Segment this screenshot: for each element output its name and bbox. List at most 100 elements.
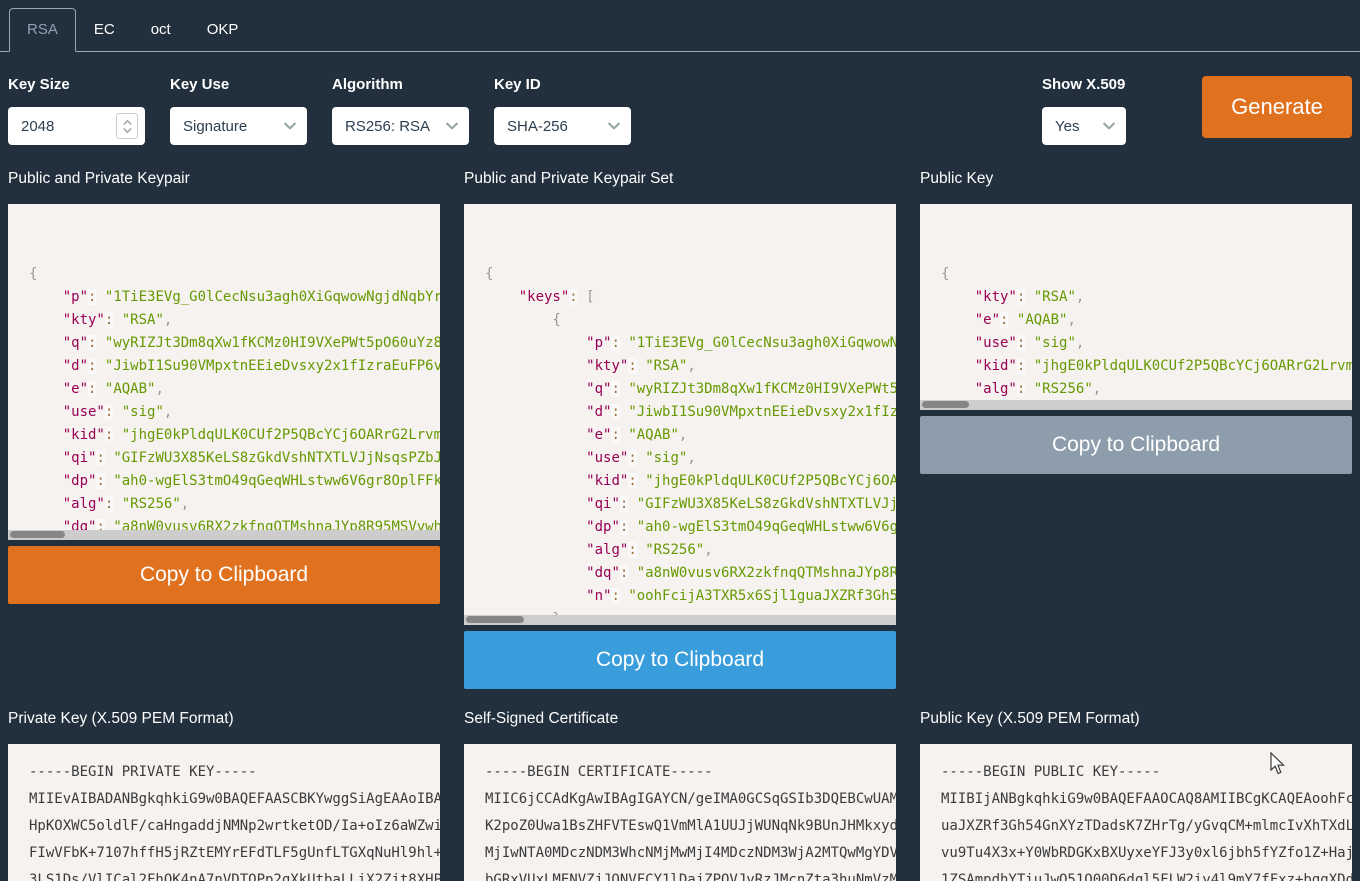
- code-line: "dq": "a8nW0vusv6RX2zkfnqQTMshnaJYp8R95M…: [485, 562, 896, 585]
- certificate-panel: Self-Signed Certificate -----BEGIN CERTI…: [464, 710, 896, 881]
- code-line: "use": "sig",: [485, 447, 896, 470]
- algorithm-label: Algorithm: [332, 76, 469, 93]
- private-pem-panel: Private Key (X.509 PEM Format) -----BEGI…: [8, 710, 440, 881]
- pem-line: K2poZ0Uwa1BsZHFVTEswQ1VmMlA1UUJjWUNqNk9B…: [485, 813, 896, 840]
- code-line: "p": "1TiE3EVg_G0lCecNsu3agh0XiGqwowNgjd…: [485, 332, 896, 355]
- chevron-down-icon: [1101, 118, 1117, 134]
- copy-public-key-button[interactable]: Copy to Clipboard: [920, 416, 1352, 474]
- algorithm-select[interactable]: RS256: RSA: [332, 107, 469, 145]
- public-key-code: { "kty": "RSA", "e": "AQAB", "use": "sig…: [920, 204, 1352, 410]
- pem-line: MIIC6jCCAdKgAwIBAgIGAYCN/geIMA0GCSqGSIb3…: [485, 786, 896, 813]
- keypair-set-panel: Public and Private Keypair Set { "keys":…: [464, 170, 896, 689]
- key-id-group: Key ID SHA-256: [494, 76, 631, 145]
- code-line: "kty": "RSA",: [941, 286, 1352, 309]
- pem-line: bGRxVUxLMENVZjJQNVFCY1lDajZPQVJyRzJMcnZt…: [485, 867, 896, 881]
- generate-button[interactable]: Generate: [1202, 76, 1352, 138]
- code-line: "dp": "ah0-wgElS3tmO49qGeqWHLstww6V6gr8O…: [485, 516, 896, 539]
- code-line: "n": "oohFcijA3TXR5x6Sjl1guaJXZRf3Gh54Gn…: [485, 585, 896, 608]
- private-pem-text: -----BEGIN PRIVATE KEY-----MIIEvAIBADANB…: [8, 744, 440, 881]
- pem-line: FIwVFbK+7107hffH5jRZtEMYrEFdTLF5gUnfLTGX…: [29, 840, 440, 867]
- key-id-select[interactable]: SHA-256: [494, 107, 631, 145]
- code-line: "use": "sig",: [941, 332, 1352, 355]
- pem-line: -----BEGIN PUBLIC KEY-----: [941, 759, 1352, 786]
- keypair-title: Public and Private Keypair: [8, 170, 440, 190]
- code-line: "use": "sig",: [29, 401, 440, 424]
- tab-okp[interactable]: OKP: [189, 8, 257, 52]
- code-line: "alg": "RS256",: [485, 539, 896, 562]
- tab-oct[interactable]: oct: [133, 8, 189, 52]
- public-key-title: Public Key: [920, 170, 1352, 190]
- pem-line: MIIBIjANBgkqhkiG9w0BAQEFAAOCAQ8AMIIBCgKC…: [941, 786, 1352, 813]
- private-pem-title: Private Key (X.509 PEM Format): [8, 710, 440, 730]
- key-type-tabbar: RSA EC oct OKP: [0, 0, 1360, 52]
- code-line: "kid": "jhgE0kPldqULK0CUf2P5QBcYCj6OARrG…: [29, 424, 440, 447]
- mouse-cursor: [1270, 752, 1286, 776]
- certificate-text: -----BEGIN CERTIFICATE-----MIIC6jCCAdKgA…: [464, 744, 896, 881]
- show-x509-label: Show X.509: [1042, 76, 1126, 93]
- key-use-label: Key Use: [170, 76, 307, 93]
- show-x509-select[interactable]: Yes: [1042, 107, 1126, 145]
- public-pem-panel: Public Key (X.509 PEM Format) -----BEGIN…: [920, 710, 1352, 881]
- code-line: "e": "AQAB",: [29, 378, 440, 401]
- chevron-down-icon: [444, 118, 460, 134]
- pem-line: MjIwNTA0MDczNDM3WhcNMjMwMjI4MDczNDM3WjA2…: [485, 840, 896, 867]
- scrollbar-thumb[interactable]: [466, 616, 524, 623]
- pem-line: HpKOXWC5oldlF/caHngaddjNMNp2wrtketOD/Ia+…: [29, 813, 440, 840]
- pem-line: -----BEGIN PRIVATE KEY-----: [29, 759, 440, 786]
- pem-line: uaJXZRf3Gh54GnXYzTDadsK7ZHrTg/yGvqCM+mlm…: [941, 813, 1352, 840]
- certificate-title: Self-Signed Certificate: [464, 710, 896, 730]
- key-size-group: Key Size 2048: [8, 76, 145, 145]
- jwk-generator-app: RSA EC oct OKP Key Size 2048 Key Use Sig…: [0, 0, 1360, 881]
- code-line: {: [941, 263, 1352, 286]
- show-x509-group: Show X.509 Yes: [1042, 76, 1126, 145]
- chevron-down-icon: [606, 118, 622, 134]
- code-line: "alg": "RS256",: [941, 378, 1352, 401]
- scrollbar-thumb[interactable]: [10, 531, 65, 538]
- tab-rsa[interactable]: RSA: [9, 8, 76, 52]
- copy-keypair-button[interactable]: Copy to Clipboard: [8, 546, 440, 604]
- code-line: "p": "1TiE3EVg_G0lCecNsu3agh0XiGqwowNgjd…: [29, 286, 440, 309]
- public-pem-title: Public Key (X.509 PEM Format): [920, 710, 1352, 730]
- horizontal-scrollbar[interactable]: [920, 400, 1352, 410]
- key-use-select[interactable]: Signature: [170, 107, 307, 145]
- code-line: {: [29, 263, 440, 286]
- scrollbar-thumb[interactable]: [922, 401, 969, 408]
- keypair-panel: Public and Private Keypair { "p": "1TiE3…: [8, 170, 440, 604]
- code-line: "kid": "jhgE0kPldqULK0CUf2P5QBcYCj6OARrG…: [485, 470, 896, 493]
- code-line: {: [485, 263, 896, 286]
- code-line: "qi": "GIFzWU3X85KeLS8zGkdVshNTXTLVJjNsq…: [485, 493, 896, 516]
- code-line: "kty": "RSA",: [29, 309, 440, 332]
- pem-line: MIIEvAIBADANBgkqhkiG9w0BAQEFAASCBKYwggSi…: [29, 786, 440, 813]
- copy-keypair-set-button[interactable]: Copy to Clipboard: [464, 631, 896, 689]
- code-line: "e": "AQAB",: [941, 309, 1352, 332]
- horizontal-scrollbar[interactable]: [8, 530, 440, 540]
- public-key-panel: Public Key { "kty": "RSA", "e": "AQAB", …: [920, 170, 1352, 474]
- code-line: "qi": "GIFzWU3X85KeLS8zGkdVshNTXTLVJjNsq…: [29, 447, 440, 470]
- chevron-down-icon: [282, 118, 298, 134]
- keypair-set-code: { "keys": [ { "p": "1TiE3EVg_G0lCecNsu3a…: [464, 204, 896, 625]
- code-line: "e": "AQAB",: [485, 424, 896, 447]
- code-line: "q": "wyRIZJt3Dm8qXw1fKCMz0HI9VXePWt5pO6…: [29, 332, 440, 355]
- tab-ec[interactable]: EC: [76, 8, 133, 52]
- code-line: "d": "JiwbI1Su90VMpxtnEEieDvsxy2x1fIzraE…: [485, 401, 896, 424]
- horizontal-scrollbar[interactable]: [464, 615, 896, 625]
- code-line: {: [485, 309, 896, 332]
- code-line: "kty": "RSA",: [485, 355, 896, 378]
- key-size-input[interactable]: 2048: [8, 107, 145, 145]
- pem-line: -----BEGIN CERTIFICATE-----: [485, 759, 896, 786]
- public-pem-text: -----BEGIN PUBLIC KEY-----MIIBIjANBgkqhk…: [920, 744, 1352, 881]
- keypair-set-title: Public and Private Keypair Set: [464, 170, 896, 190]
- code-line: "keys": [: [485, 286, 896, 309]
- code-line: "d": "JiwbI1Su90VMpxtnEEieDvsxy2x1fIzraE…: [29, 355, 440, 378]
- pem-line: vu9Tu4X3x+Y0WbRDGKxBXUyxeYFJ3y0xl6jbh5fY…: [941, 840, 1352, 867]
- code-line: "q": "wyRIZJt3Dm8qXw1fKCMz0HI9VXePWt5pO6…: [485, 378, 896, 401]
- key-use-group: Key Use Signature: [170, 76, 307, 145]
- number-stepper-icon[interactable]: [116, 113, 138, 139]
- code-line: "kid": "jhgE0kPldqULK0CUf2P5QBcYCj6OARrG…: [941, 355, 1352, 378]
- pem-line: 3LS1Ds/VlICal2FhOK4nA7nVDTQPp2qXkUtbaLLi…: [29, 867, 440, 881]
- key-size-label: Key Size: [8, 76, 145, 93]
- pem-line: 1ZSAmpdhYTiuJwO51Q00D6dql5FLW2iy4l9mY7fF…: [941, 867, 1352, 881]
- code-line: "dp": "ah0-wgElS3tmO49qGeqWHLstww6V6gr8O…: [29, 470, 440, 493]
- code-line: "alg": "RS256",: [29, 493, 440, 516]
- keypair-code: { "p": "1TiE3EVg_G0lCecNsu3agh0XiGqwowNg…: [8, 204, 440, 540]
